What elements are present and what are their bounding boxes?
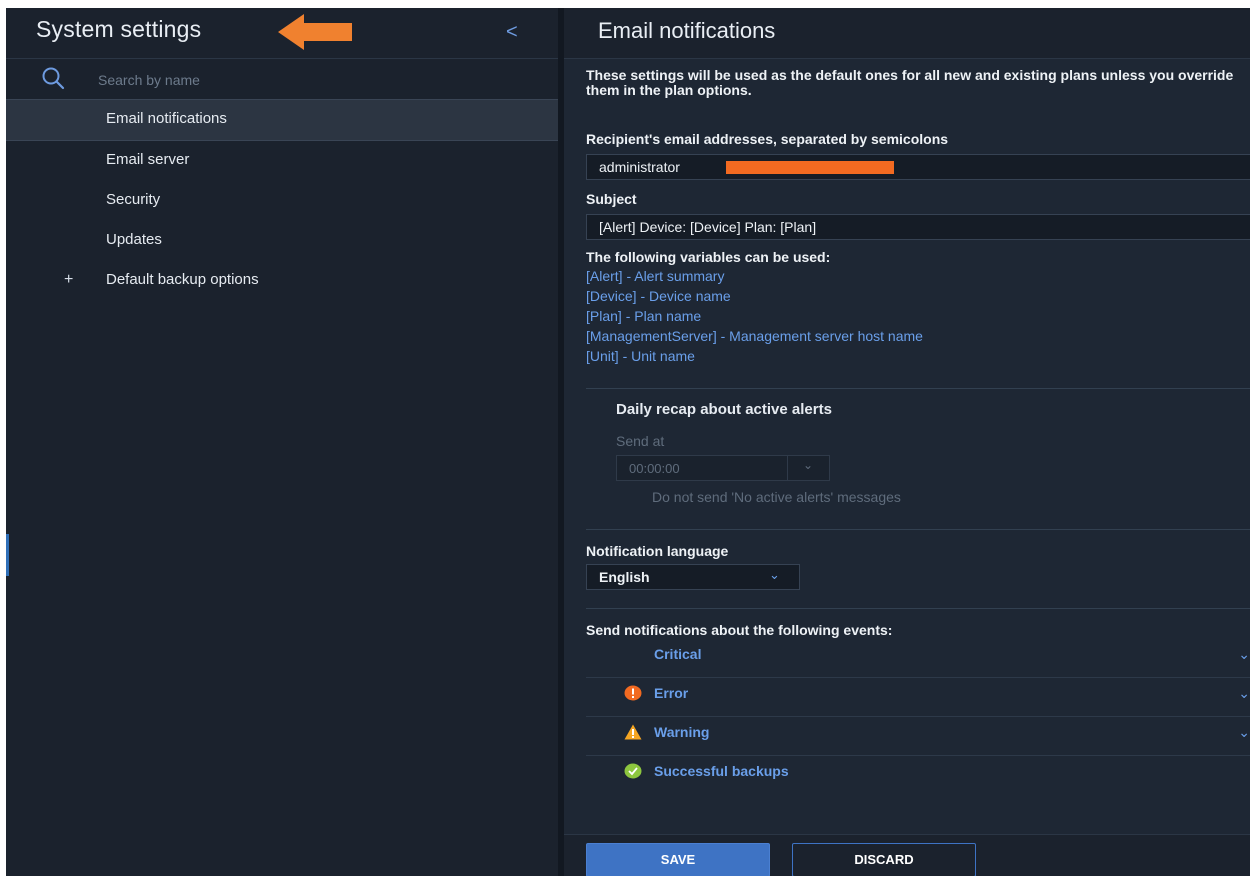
scroll-indicator	[6, 534, 9, 576]
recipients-input[interactable]	[586, 154, 1250, 180]
warning-icon	[624, 724, 642, 740]
send-at-label: Send at	[616, 433, 665, 449]
save-button[interactable]: SAVE	[586, 843, 770, 876]
no-alerts-option-label: Do not send 'No active alerts' messages	[652, 489, 901, 505]
daily-recap-section: Daily recap about active alerts Send at …	[586, 389, 1250, 529]
discard-button[interactable]: DISCARD	[792, 843, 976, 876]
main-panel: Email notifications These settings will …	[564, 8, 1250, 876]
sidebar-item-label: Email server	[106, 151, 190, 168]
sidebar-item-label: Updates	[106, 231, 162, 248]
sidebar-item-updates[interactable]: Updates	[6, 221, 558, 261]
language-select[interactable]: English ⌄	[586, 564, 800, 590]
language-value: English	[599, 569, 650, 585]
sidebar-header: System settings <	[6, 8, 558, 59]
variable-item: [Plan] - Plan name	[586, 308, 702, 324]
variable-item: [Device] - Device name	[586, 288, 731, 304]
sidebar-item-label: Default backup options	[106, 271, 259, 288]
event-label: Critical	[654, 646, 702, 662]
sidebar-item-email-server[interactable]: Email server	[6, 141, 558, 181]
daily-recap-title: Daily recap about active alerts	[616, 401, 832, 418]
event-row-successful-backups[interactable]: Successful backups	[586, 756, 1250, 794]
recipients-label: Recipient's email addresses, separated b…	[586, 131, 949, 147]
search-row	[6, 59, 558, 99]
search-icon	[42, 67, 65, 90]
main-header: Email notifications	[564, 8, 1250, 59]
sidebar-item-email-notifications[interactable]: Email notifications	[6, 99, 558, 141]
sidebar-item-default-backup-options[interactable]: + Default backup options	[6, 261, 558, 301]
event-label: Warning	[654, 724, 710, 740]
expand-plus-icon[interactable]: +	[64, 261, 73, 299]
event-label: Error	[654, 685, 689, 701]
sidebar-item-security[interactable]: Security	[6, 181, 558, 221]
variables-title: The following variables can be used:	[586, 249, 831, 265]
redaction-mark	[726, 161, 894, 174]
event-row-critical[interactable]: Critical ⌄	[586, 639, 1250, 678]
variable-item: [Alert] - Alert summary	[586, 268, 725, 284]
chevron-down-icon[interactable]: ⌄	[1238, 678, 1250, 708]
variable-item: [ManagementServer] - Management server h…	[586, 328, 923, 344]
send-at-time-value: 00:00:00	[629, 461, 680, 476]
send-at-time-picker: 00:00:00 ⌄	[616, 455, 830, 481]
footer-actions: SAVE DISCARD	[564, 834, 1250, 876]
sidebar-title: System settings	[36, 16, 202, 42]
collapse-sidebar-button[interactable]: <	[506, 21, 518, 44]
subject-label: Subject	[586, 191, 637, 207]
time-picker-divider	[787, 456, 788, 480]
annotation-arrow-icon	[278, 14, 352, 50]
intro-text: These settings will be used as the defau…	[586, 68, 1234, 98]
event-label: Successful backups	[654, 763, 789, 779]
settings-form: These settings will be used as the defau…	[586, 68, 1250, 794]
chevron-down-icon: ⌄	[769, 567, 780, 582]
sidebar-item-label: Security	[106, 191, 161, 208]
sidebar-item-label: Email notifications	[106, 110, 227, 127]
page-title: Email notifications	[598, 18, 776, 43]
error-icon	[624, 685, 642, 701]
chevron-down-icon[interactable]: ⌄	[1238, 639, 1250, 669]
events-title: Send notifications about the following e…	[586, 622, 893, 638]
search-input[interactable]	[96, 67, 520, 93]
subject-input[interactable]	[586, 214, 1250, 240]
app-window: System settings < Email notifications Em…	[6, 8, 1250, 876]
sidebar: System settings < Email notifications Em…	[6, 8, 564, 876]
variable-item: [Unit] - Unit name	[586, 348, 695, 364]
chevron-down-icon[interactable]: ⌄	[1238, 717, 1250, 747]
event-row-error[interactable]: Error ⌄	[586, 678, 1250, 717]
language-label: Notification language	[586, 543, 729, 559]
chevron-down-icon: ⌄	[803, 458, 814, 472]
success-icon	[624, 763, 642, 779]
event-row-warning[interactable]: Warning ⌄	[586, 717, 1250, 756]
